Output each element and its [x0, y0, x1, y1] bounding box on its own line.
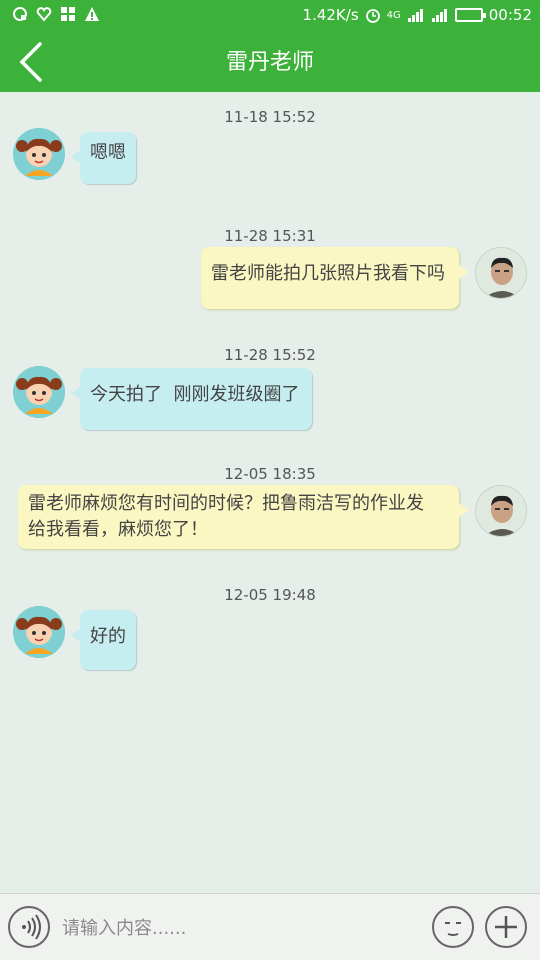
battery-icon [454, 8, 486, 22]
alarm-icon [365, 9, 380, 23]
my-avatar[interactable] [475, 485, 527, 537]
warning-icon [85, 7, 99, 21]
voice-icon [22, 914, 41, 940]
message-input-bar [0, 893, 540, 960]
received-message-bubble[interactable]: 好的 [71, 610, 136, 670]
sent-message-bubble[interactable]: 雷老师麻烦您有时间的时候？把鲁雨洁写的作业发 给我看看，麻烦您了！ [18, 485, 469, 549]
page-title: 雷丹老师 [225, 50, 314, 75]
plus-icon [495, 916, 517, 938]
message-text-line: 给我看看，麻烦您了！ [28, 519, 208, 540]
sent-message-bubble[interactable]: 雷老师能拍几张照片我看下吗 [201, 247, 469, 309]
teacher-avatar[interactable] [13, 366, 65, 418]
message-timestamp: 11-28 15:52 [224, 346, 316, 364]
heart-icon [36, 7, 52, 22]
girl-avatar-icon [13, 366, 65, 418]
chat-header: 雷丹老师 [0, 33, 540, 92]
my-avatar[interactable] [475, 247, 527, 299]
emoji-button[interactable] [432, 906, 474, 948]
message-text-line: 雷老师麻烦您有时间的时候？把鲁雨洁写的作业发 [28, 493, 424, 514]
message-timestamp: 12-05 18:35 [224, 465, 316, 483]
notification-icon [13, 7, 27, 21]
network-type: 4G [386, 9, 401, 21]
wifi-signal-icon [431, 9, 447, 22]
user-photo-avatar-icon [476, 248, 526, 298]
teacher-avatar[interactable] [13, 128, 65, 180]
clock: 00:52 [488, 6, 532, 24]
status-bar: 1.42K/s 4G 00:52 [0, 0, 540, 33]
teacher-avatar[interactable] [13, 606, 65, 658]
message-timestamp: 12-05 19:48 [224, 586, 316, 604]
received-message-bubble[interactable]: 嗯嗯 [71, 132, 136, 184]
message-timestamp: 11-28 15:31 [224, 227, 316, 245]
emoji-face-icon [445, 922, 461, 936]
girl-avatar-icon [13, 606, 65, 658]
network-speed: 1.42K/s [302, 6, 359, 24]
received-message-bubble[interactable]: 今天拍了 刚刚发班级圈了 [71, 368, 312, 430]
girl-avatar-icon [13, 128, 65, 180]
signal-icon [407, 9, 423, 22]
user-photo-avatar-icon [476, 486, 526, 536]
chat-area[interactable]: 11-18 15:52 嗯嗯 11-28 15:31 雷老师能拍几张照片我看下吗… [0, 92, 540, 893]
message-timestamp: 11-18 15:52 [224, 108, 316, 126]
message-input[interactable] [62, 912, 412, 944]
apps-icon [61, 7, 75, 21]
voice-button[interactable] [8, 906, 50, 948]
add-attachment-button[interactable] [485, 906, 527, 948]
